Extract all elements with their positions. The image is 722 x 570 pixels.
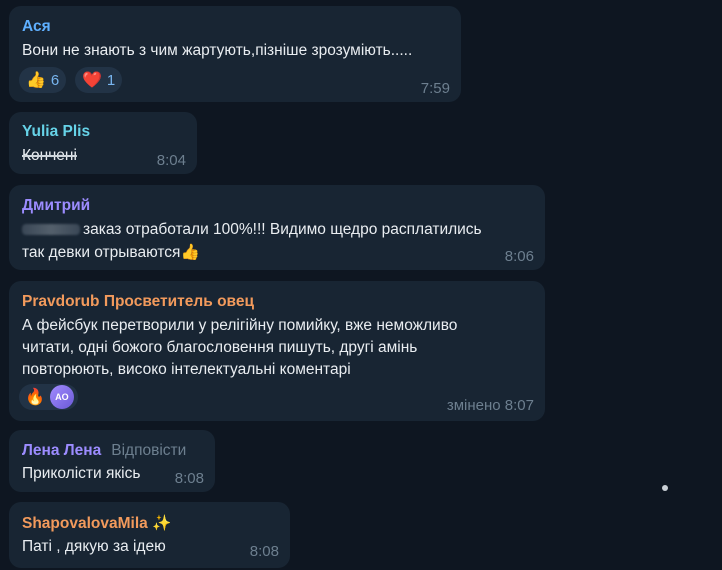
message-author[interactable]: Лена Лена Відповісти bbox=[22, 442, 186, 460]
message-text-line: читати, одні божого благословення пишуть… bbox=[22, 339, 418, 356]
message-text-line: А фейсбук перетворили у релігійну помийк… bbox=[22, 317, 458, 334]
message-time: 8:04 bbox=[156, 152, 186, 169]
message-author[interactable]: Дмитрий bbox=[22, 197, 90, 215]
message-author[interactable]: Yulia Plis bbox=[22, 123, 90, 141]
message-author[interactable]: Ася bbox=[22, 18, 51, 36]
message-text-line: повторюють, високо інтелектуальні комент… bbox=[22, 361, 351, 378]
message-text: Кончені bbox=[22, 147, 77, 164]
redacted-text bbox=[22, 224, 80, 236]
message-bubble[interactable]: Yulia Plis Кончені 8:04 bbox=[9, 112, 197, 174]
reaction-heart[interactable]: ❤️ 1 bbox=[75, 67, 123, 93]
reactor-avatar: AO bbox=[49, 385, 74, 409]
reaction-count: 1 bbox=[106, 71, 116, 89]
message-text: Паті , дякую за ідею bbox=[22, 538, 166, 555]
cursor-dot bbox=[662, 485, 668, 491]
message-bubble[interactable]: ShapovalovaMila ✨ Паті , дякую за ідею 8… bbox=[9, 502, 290, 568]
message-text-line: так девки отрываются👍 bbox=[22, 244, 200, 261]
message-bubble[interactable]: Дмитрий заказ отработали 100%!!! Видимо … bbox=[9, 185, 545, 270]
message-bubble[interactable]: Pravdorub Просветитель овец А фейсбук пе… bbox=[9, 281, 545, 421]
reaction-thumbs-up[interactable]: 👍 6 bbox=[19, 67, 67, 93]
fire-icon: 🔥 bbox=[25, 389, 45, 406]
message-bubble[interactable]: Лена Лена Відповісти Приколісти якісь 8:0… bbox=[9, 430, 215, 492]
reaction-count: 6 bbox=[50, 71, 60, 89]
thumbs-up-icon: 👍 bbox=[26, 72, 46, 89]
message-time: 8:08 bbox=[249, 543, 279, 560]
message-edited-time: змінено 8:07 bbox=[446, 397, 534, 414]
message-time: 8:06 bbox=[504, 248, 534, 265]
message-time: 8:08 bbox=[174, 470, 204, 487]
message-text: заказ отработали 100%!!! Видимо щедро ра… bbox=[83, 221, 482, 238]
message-text-line: заказ отработали 100%!!! Видимо щедро ра… bbox=[22, 218, 482, 241]
reply-button[interactable]: Відповісти bbox=[111, 442, 186, 459]
heart-icon: ❤️ bbox=[82, 72, 102, 89]
author-name[interactable]: Лена Лена bbox=[22, 442, 101, 459]
reaction-fire[interactable]: 🔥 AO bbox=[19, 384, 78, 410]
message-text: Приколісти якісь bbox=[22, 465, 141, 482]
message-bubble[interactable]: Ася Вони не знають з чим жартують,пізніш… bbox=[9, 6, 461, 102]
message-text: Вони не знають з чим жартують,пізніше зр… bbox=[22, 42, 413, 59]
message-author[interactable]: ShapovalovaMila ✨ bbox=[22, 514, 171, 533]
message-time: 7:59 bbox=[420, 80, 450, 97]
message-author[interactable]: Pravdorub Просветитель овец bbox=[22, 293, 254, 311]
